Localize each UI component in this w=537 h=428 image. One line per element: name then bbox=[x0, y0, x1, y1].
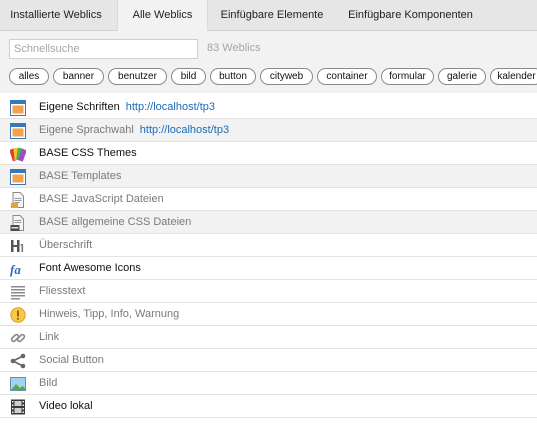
image-icon bbox=[10, 377, 26, 391]
tab-bar: Installierte Weblics Alle Weblics Einfüg… bbox=[0, 0, 537, 32]
list-item[interactable]: Überschrift bbox=[0, 234, 537, 257]
list-item-label: BASE allgemeine CSS Dateien bbox=[39, 216, 192, 228]
filter-container[interactable]: container bbox=[317, 68, 377, 85]
link-icon bbox=[10, 333, 26, 343]
list-item[interactable]: BASE Templates bbox=[0, 165, 537, 188]
list-item-label: Hinweis, Tipp, Info, Warnung bbox=[39, 308, 180, 320]
list-item-label: Social Button bbox=[39, 354, 104, 366]
filter-benutzer[interactable]: benutzer bbox=[108, 68, 167, 85]
list-item-label: Überschrift bbox=[39, 239, 93, 251]
css-file-icon bbox=[10, 215, 24, 231]
list-item-label: BASE JavaScript Dateien bbox=[39, 193, 164, 205]
list-item[interactable]: Link bbox=[0, 326, 537, 349]
list-item[interactable]: Bild bbox=[0, 372, 537, 395]
filter-button[interactable]: button bbox=[210, 68, 256, 85]
paragraph-icon bbox=[11, 286, 25, 300]
heading-icon bbox=[11, 240, 24, 252]
list-item[interactable]: Social Button bbox=[0, 349, 537, 372]
list-item-label: Video lokal bbox=[39, 400, 93, 412]
window-icon bbox=[10, 123, 26, 139]
window-icon bbox=[10, 100, 26, 116]
tab-installierte-weblics[interactable]: Installierte Weblics bbox=[0, 0, 112, 31]
tab-alle-weblics[interactable]: Alle Weblics bbox=[117, 0, 208, 32]
list-item-label: Bild bbox=[39, 377, 58, 389]
list-item[interactable]: Fliesstext bbox=[0, 280, 537, 303]
list-item[interactable]: fa Font Awesome Icons bbox=[0, 257, 537, 280]
list-item-label: BASE CSS Themes bbox=[39, 147, 137, 159]
list-item[interactable]: Eigene Sprachwahl http://localhost/tp3 bbox=[0, 119, 537, 142]
list-item-label: Fliesstext bbox=[39, 285, 86, 297]
js-file-icon bbox=[11, 192, 24, 208]
share-icon bbox=[10, 353, 26, 369]
list-item-label: Font Awesome Icons bbox=[39, 262, 141, 274]
color-swatches-icon bbox=[10, 147, 26, 162]
film-icon bbox=[11, 399, 25, 415]
filter-alles[interactable]: alles bbox=[9, 68, 49, 85]
warning-icon bbox=[10, 307, 26, 323]
filter-toolbar: 83 Weblics alles banner benutzer bild bu… bbox=[0, 31, 537, 93]
list-item-url[interactable]: http://localhost/tp3 bbox=[140, 124, 229, 136]
list-item-url[interactable]: http://localhost/tp3 bbox=[126, 101, 215, 113]
filter-banner[interactable]: banner bbox=[53, 68, 104, 85]
list-item[interactable]: BASE allgemeine CSS Dateien bbox=[0, 211, 537, 234]
font-awesome-icon: fa bbox=[10, 262, 21, 277]
filter-cityweb[interactable]: cityweb bbox=[260, 68, 313, 85]
window-icon bbox=[10, 169, 26, 185]
filter-kalender[interactable]: kalender bbox=[490, 68, 537, 85]
list-item[interactable]: Video lokal bbox=[0, 395, 537, 418]
list-item[interactable]: BASE CSS Themes bbox=[0, 142, 537, 165]
filter-bild[interactable]: bild bbox=[171, 68, 206, 85]
list-item-label: Eigene Schriften bbox=[39, 101, 120, 113]
list-item[interactable]: Eigene Schriften http://localhost/tp3 bbox=[0, 96, 537, 119]
list-item-label: BASE Templates bbox=[39, 170, 122, 182]
weblic-count: 83 Weblics bbox=[207, 42, 261, 54]
svg-text:fa: fa bbox=[10, 262, 21, 277]
list-item[interactable]: Hinweis, Tipp, Info, Warnung bbox=[0, 303, 537, 326]
search-input[interactable] bbox=[9, 39, 198, 59]
list-item-label: Eigene Sprachwahl bbox=[39, 124, 134, 136]
list-item-label: Link bbox=[39, 331, 60, 343]
tab-einfuegbare-komponenten[interactable]: Einfügbare Komponenten bbox=[337, 0, 484, 31]
filter-galerie[interactable]: galerie bbox=[438, 68, 486, 85]
list-item[interactable]: BASE JavaScript Dateien bbox=[0, 188, 537, 211]
tab-einfuegbare-elemente[interactable]: Einfügbare Elemente bbox=[212, 0, 332, 31]
filter-formular[interactable]: formular bbox=[381, 68, 434, 85]
